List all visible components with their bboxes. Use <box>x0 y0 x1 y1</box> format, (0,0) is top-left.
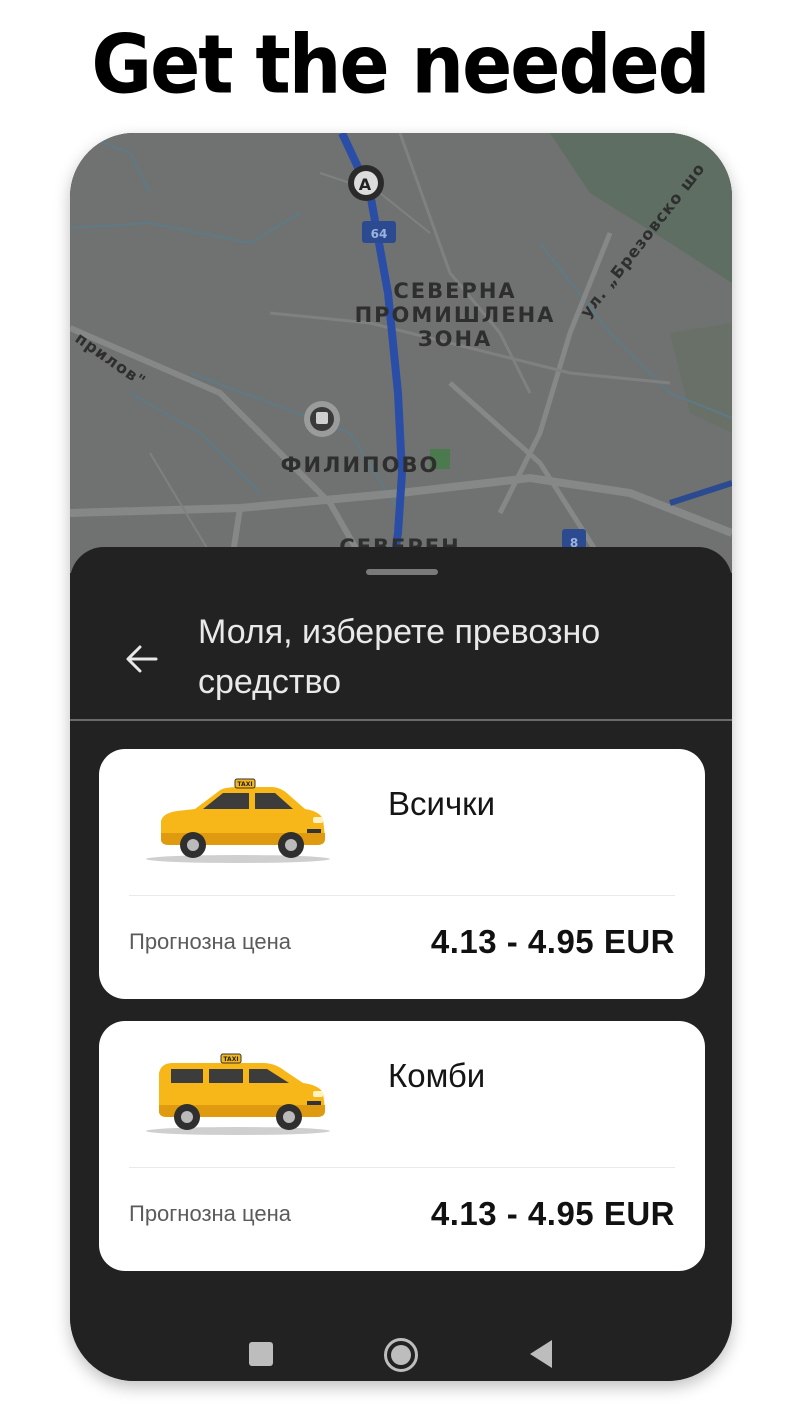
svg-text:TAXI: TAXI <box>223 1056 238 1063</box>
card-separator <box>129 1167 675 1168</box>
headline: Get the needed <box>91 17 710 113</box>
price-label: Прогнозна цена <box>129 1201 292 1226</box>
price-estimate: 4.13 - 4.95 EUR <box>430 923 675 960</box>
vehicle-name: Всички <box>388 785 496 822</box>
svg-text:TAXI: TAXI <box>237 781 252 788</box>
back-arrow-icon[interactable] <box>118 635 166 683</box>
vehicle-selection-sheet: Моля, изберете превозно средство TAXI Вс… <box>70 547 732 1381</box>
recents-square-icon[interactable] <box>248 1341 274 1372</box>
price-label: Прогнозна цена <box>129 929 292 954</box>
vehicle-card-all[interactable]: TAXI Всички Прогнозна цена 4.13 - 4.95 E… <box>99 749 705 999</box>
vehicle-card-wagon[interactable]: TAXI Комби Прогнозна цена 4.13 - 4.95 EU… <box>99 1021 705 1271</box>
map-village-label: ФИЛИПОВО <box>280 453 440 477</box>
vehicle-name: Комби <box>388 1057 486 1094</box>
map-marker-label: A <box>358 175 374 194</box>
phone-frame: A 64 8 СЕВЕРНА ПРОМИШЛЕНА ЗОНА ФИЛИПОВО … <box>70 133 732 1381</box>
map-roads <box>70 133 732 573</box>
map-district-label: СЕВЕРНА ПРОМИШЛЕНА ЗОНА <box>354 279 556 351</box>
sheet-title: Моля, изберете превозно средство <box>198 613 601 701</box>
road-number-label: 64 <box>370 227 388 241</box>
back-triangle-icon[interactable] <box>528 1339 554 1374</box>
taxi-sedan-icon: TAXI <box>146 778 330 863</box>
price-estimate: 4.13 - 4.95 EUR <box>430 1195 675 1232</box>
divider <box>70 719 732 721</box>
card-separator <box>129 895 675 896</box>
taxi-wagon-icon: TAXI <box>146 1053 330 1135</box>
sheet-drag-handle[interactable] <box>366 569 438 575</box>
home-circle-icon[interactable] <box>383 1337 419 1378</box>
map-view[interactable]: A 64 8 СЕВЕРНА ПРОМИШЛЕНА ЗОНА ФИЛИПОВО … <box>70 133 732 573</box>
